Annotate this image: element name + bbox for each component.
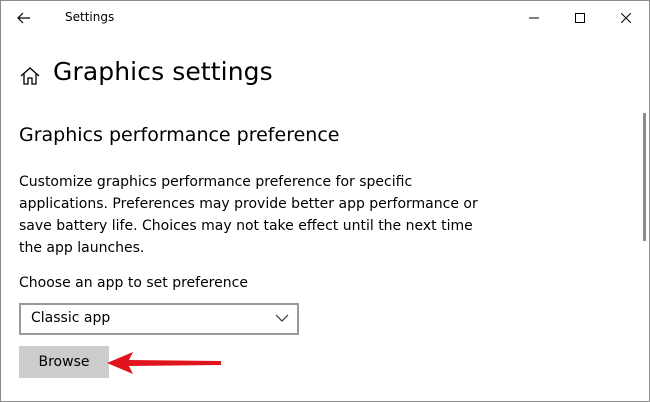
page-title: Graphics settings bbox=[53, 57, 273, 86]
dropdown-selected-value: Classic app bbox=[31, 310, 111, 326]
vertical-scrollbar[interactable] bbox=[643, 113, 646, 241]
back-arrow-icon bbox=[17, 12, 30, 24]
home-icon[interactable] bbox=[19, 65, 41, 87]
minimize-icon bbox=[529, 17, 539, 19]
section-description: Customize graphics performance preferenc… bbox=[19, 174, 478, 256]
close-button[interactable] bbox=[603, 1, 649, 35]
app-chooser-label: Choose an app to set preference bbox=[19, 275, 248, 291]
maximize-button[interactable] bbox=[557, 1, 603, 35]
app-type-dropdown[interactable]: Classic app bbox=[19, 303, 299, 335]
window-title: Settings bbox=[65, 10, 115, 24]
red-arrow-annotation bbox=[107, 352, 221, 374]
section-title: Graphics performance preference bbox=[19, 124, 340, 146]
maximize-icon bbox=[575, 13, 585, 23]
back-button[interactable] bbox=[11, 5, 37, 31]
close-icon bbox=[621, 13, 631, 23]
title-bar: Settings bbox=[1, 1, 649, 35]
minimize-button[interactable] bbox=[511, 1, 557, 35]
browse-button[interactable]: Browse bbox=[19, 346, 109, 378]
chevron-down-icon bbox=[275, 314, 289, 322]
settings-window: Settings Graphics settings Graphics perf… bbox=[0, 0, 650, 402]
